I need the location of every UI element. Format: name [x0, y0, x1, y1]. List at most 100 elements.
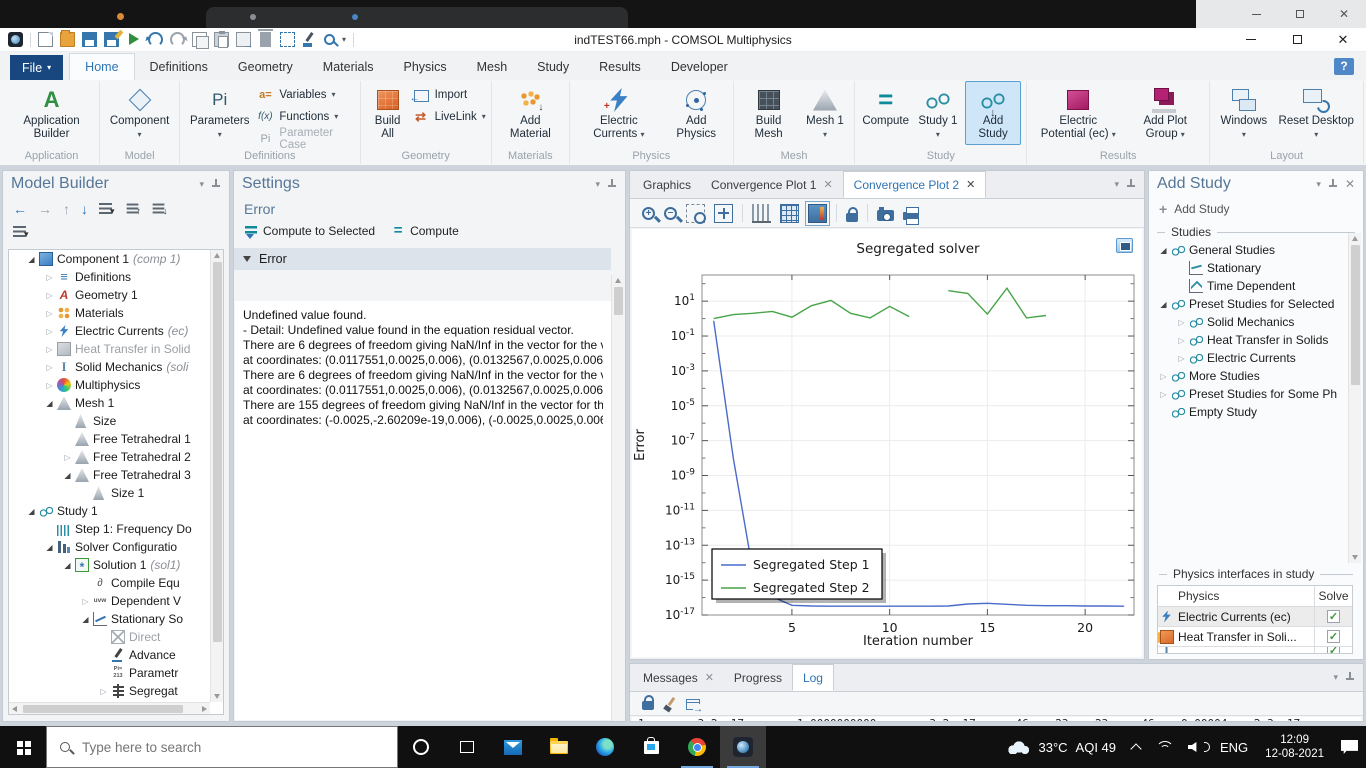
expander-icon[interactable]: ▷ [97, 687, 110, 696]
compute-to-selected-button[interactable]: Compute to Selected [244, 224, 375, 239]
close-tab-icon[interactable]: ✕ [966, 178, 975, 191]
tree-item-definitions[interactable]: ▷ Definitions [9, 268, 223, 286]
expander-icon[interactable]: ▷ [79, 597, 92, 606]
expander-icon[interactable]: ▷ [1157, 390, 1170, 399]
model-tree-node-grouping-icon[interactable]: ▾ [13, 226, 29, 240]
file-menu-button[interactable]: File ▾ [10, 55, 64, 80]
tree-item-multiphysics[interactable]: ▷ Multiphysics [9, 376, 223, 394]
task-view-button[interactable] [444, 726, 490, 768]
browser-minimize-icon[interactable] [1234, 7, 1278, 21]
expander-icon[interactable]: ◢ [43, 399, 56, 408]
info-tab-messages[interactable]: Messages ✕ [633, 664, 724, 691]
ribbon-button-build-mesh[interactable]: Build Mesh [739, 81, 799, 145]
physics-row-electric-currents-ec[interactable]: Electric Currents (ec) [1158, 606, 1352, 626]
expander-icon[interactable]: ◢ [25, 255, 38, 264]
ribbon-button-application-builder[interactable]: Application Builder [9, 81, 94, 145]
maximize-button[interactable] [1274, 28, 1320, 51]
ribbon-tab-home[interactable]: Home [69, 53, 135, 80]
zoom-in-icon[interactable] [642, 206, 655, 220]
clear-selection-icon[interactable] [302, 32, 317, 47]
expander-icon[interactable]: ▷ [1175, 318, 1188, 327]
tree-item-stationary[interactable]: Stationary [1153, 259, 1363, 277]
tree-item-electric-currents[interactable]: ▷ Electric Currents (ec) [9, 322, 223, 340]
print-icon[interactable] [903, 207, 919, 225]
physics-row-heat-transfer-in-soli[interactable]: Heat Transfer in Soli... [1157, 626, 1352, 646]
show-table-icon[interactable] [780, 203, 799, 223]
chrome-button[interactable] [674, 726, 720, 768]
collapse-all-icon[interactable]: ↑ [126, 201, 141, 217]
ribbon-button-add-study[interactable]: Add Study [964, 81, 1022, 145]
volume-button[interactable] [1180, 726, 1212, 768]
close-button[interactable]: ✕ [1320, 28, 1366, 51]
run-icon[interactable] [126, 32, 141, 47]
graphics-tab-graphics[interactable]: Graphics [633, 171, 701, 198]
plot-window-button[interactable] [1116, 238, 1133, 253]
close-tab-icon[interactable]: ✕ [823, 178, 832, 191]
graphics-tab-convergence-plot-1[interactable]: Convergence Plot 1 ✕ [701, 171, 843, 198]
cortana-button[interactable] [398, 726, 444, 768]
store-button[interactable] [628, 726, 674, 768]
ribbon-tab-physics[interactable]: Physics [389, 53, 462, 80]
forward-icon[interactable]: → [38, 201, 52, 217]
ribbon-button-compute[interactable]: Compute [860, 81, 910, 145]
ribbon-tab-materials[interactable]: Materials [308, 53, 389, 80]
ribbon-button-build-all[interactable]: Build All [366, 81, 410, 145]
zoom-out-icon[interactable] [664, 206, 677, 220]
pin-icon[interactable] [1345, 671, 1355, 683]
ribbon-button-electric-currents[interactable]: Electric Currents ▾ [575, 81, 663, 145]
panel-menu-icon[interactable]: ▾ [1316, 179, 1321, 190]
comsol-taskbar-button[interactable] [720, 726, 766, 768]
log-content[interactable]: 1 3.2e-17 1.0000000000 3.2e-17 46 23 23 … [632, 717, 1361, 721]
expander-icon[interactable]: ▷ [43, 381, 56, 390]
ribbon-button-mesh-1[interactable]: Mesh 1 ▾ [801, 81, 850, 145]
ribbon-button-variables[interactable]: Variables▾ [256, 86, 354, 103]
tree-item-parametr[interactable]: Parametr [9, 664, 223, 682]
tree-item-geometry-1[interactable]: ▷ Geometry 1 [9, 286, 223, 304]
browser-maximize-icon[interactable] [1278, 7, 1322, 21]
ribbon-tab-results[interactable]: Results [584, 53, 656, 80]
tree-item-general-studies[interactable]: ◢ General Studies [1153, 241, 1363, 259]
tree-item-preset-studies-for-selected[interactable]: ◢ Preset Studies for Selected [1153, 295, 1363, 313]
notification-button[interactable] [1333, 726, 1366, 768]
wifi-button[interactable] [1148, 726, 1180, 768]
expander-icon[interactable]: ◢ [1157, 300, 1170, 309]
tree-item-step-1-frequency-do[interactable]: Step 1: Frequency Do [9, 520, 223, 538]
tree-item-mesh-1[interactable]: ◢ Mesh 1 [9, 394, 223, 412]
tree-item-direct[interactable]: Direct [9, 628, 223, 646]
expander-icon[interactable]: ◢ [61, 471, 74, 480]
ribbon-tab-mesh[interactable]: Mesh [462, 53, 523, 80]
ribbon-button-electric-potential-ec[interactable]: Electric Potential (ec) ▾ [1032, 81, 1124, 145]
close-tab-icon[interactable]: ✕ [705, 671, 714, 684]
expander-icon[interactable]: ▷ [43, 273, 56, 282]
start-button[interactable] [0, 726, 46, 768]
taskbar-search[interactable] [46, 726, 398, 768]
help-button[interactable]: ? [1334, 58, 1354, 75]
lock-axes-icon[interactable] [846, 206, 858, 222]
panel-menu-icon[interactable]: ▾ [199, 179, 204, 190]
weather-widget[interactable]: 33°C AQI 49 [998, 726, 1124, 768]
tree-item-segregat[interactable]: ▷ Segregat [9, 682, 223, 700]
graphics-tab-convergence-plot-2[interactable]: Convergence Plot 2 ✕ [842, 171, 987, 198]
ribbon-button-functions[interactable]: Functions▾ [256, 108, 354, 125]
tree-item-advance[interactable]: Advance [9, 646, 223, 664]
ribbon-tab-geometry[interactable]: Geometry [223, 53, 308, 80]
tree-item-empty-study[interactable]: Empty Study [1153, 403, 1363, 421]
browser-close-icon[interactable]: ✕ [1322, 7, 1366, 21]
ribbon-button-parameter-case[interactable]: Parameter Case [256, 127, 354, 151]
zoom-box-icon[interactable] [686, 203, 706, 224]
show-options-icon[interactable]: ▾ [99, 201, 115, 217]
tree-item-electric-currents[interactable]: ▷ Electric Currents [1153, 349, 1363, 367]
tree-item-study-1[interactable]: ◢ Study 1 [9, 502, 223, 520]
redo-icon[interactable] [170, 32, 185, 47]
ribbon-button-study-1[interactable]: Study 1 ▾ [913, 81, 963, 145]
file-explorer-button[interactable] [536, 726, 582, 768]
expander-icon[interactable]: ◢ [79, 615, 92, 624]
tree-item-more-studies[interactable]: ▷ More Studies [1153, 367, 1363, 385]
ribbon-button-add-plot-group[interactable]: Add Plot Group ▾ [1126, 81, 1204, 145]
back-icon[interactable]: ← [13, 201, 27, 217]
ribbon-tab-definitions[interactable]: Definitions [135, 53, 223, 80]
tree-item-time-dependent[interactable]: Time Dependent [1153, 277, 1363, 295]
expand-all-icon[interactable]: ↓ [152, 201, 168, 217]
tree-item-heat-transfer-in-solids[interactable]: ▷ Heat Transfer in Solids [1153, 331, 1363, 349]
ribbon-button-reset-desktop[interactable]: Reset Desktop ▾ [1274, 81, 1358, 145]
